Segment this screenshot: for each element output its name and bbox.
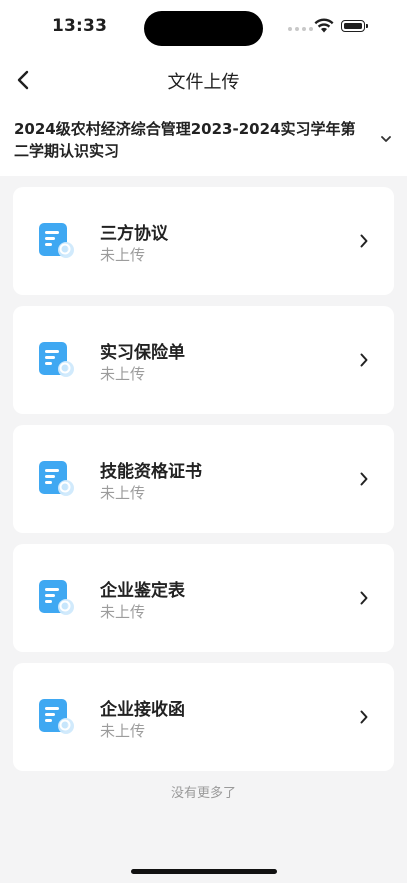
upload-status: 未上传 xyxy=(100,246,146,264)
document-icon xyxy=(39,461,74,496)
document-card-acceptance-letter[interactable]: 企业接收函 未上传 xyxy=(13,663,394,771)
upload-status: 未上传 xyxy=(100,365,146,383)
document-card-skill-certificate[interactable]: 技能资格证书 未上传 xyxy=(13,425,394,533)
document-icon xyxy=(39,223,74,258)
chevron-right-icon xyxy=(360,591,368,605)
status-time: 13:33 xyxy=(52,16,108,36)
chevron-right-icon xyxy=(360,234,368,248)
chevron-right-icon xyxy=(360,710,368,724)
dynamic-island xyxy=(144,11,263,46)
document-list: 三方协议 未上传 实习保险单 未上传 技能资格证书 未上传 企业鉴定表 未上传 … xyxy=(13,187,394,782)
document-card-insurance-policy[interactable]: 实习保险单 未上传 xyxy=(13,306,394,414)
upload-status: 未上传 xyxy=(100,603,146,621)
upload-status: 未上传 xyxy=(100,722,146,740)
page-title: 文件上传 xyxy=(167,72,240,93)
document-icon xyxy=(39,699,74,734)
document-name: 企业鉴定表 xyxy=(100,581,185,601)
document-name: 实习保险单 xyxy=(100,343,185,363)
program-selector[interactable]: 2024级农村经济综合管理2023-2024实习学年第二学期认识实习 xyxy=(0,106,407,176)
signal-icon xyxy=(288,27,313,31)
document-name: 三方协议 xyxy=(100,224,168,244)
end-of-list-text: 没有更多了 xyxy=(170,786,236,801)
chevron-down-icon xyxy=(381,136,391,142)
document-card-tripartite-agreement[interactable]: 三方协议 未上传 xyxy=(13,187,394,295)
battery-icon xyxy=(341,20,368,32)
document-icon xyxy=(39,580,74,615)
wifi-icon xyxy=(314,18,334,33)
document-name: 企业接收函 xyxy=(100,700,185,720)
program-title: 2024级农村经济综合管理2023-2024实习学年第二学期认识实习 xyxy=(14,120,356,160)
chevron-right-icon xyxy=(360,472,368,486)
home-indicator[interactable] xyxy=(131,869,277,874)
status-bar: 13:33 xyxy=(0,0,407,56)
document-name: 技能资格证书 xyxy=(100,462,202,482)
chevron-right-icon xyxy=(360,353,368,367)
nav-bar: 文件上传 xyxy=(0,56,407,106)
document-card-enterprise-appraisal[interactable]: 企业鉴定表 未上传 xyxy=(13,544,394,652)
upload-status: 未上传 xyxy=(100,484,146,502)
document-icon xyxy=(39,342,74,377)
